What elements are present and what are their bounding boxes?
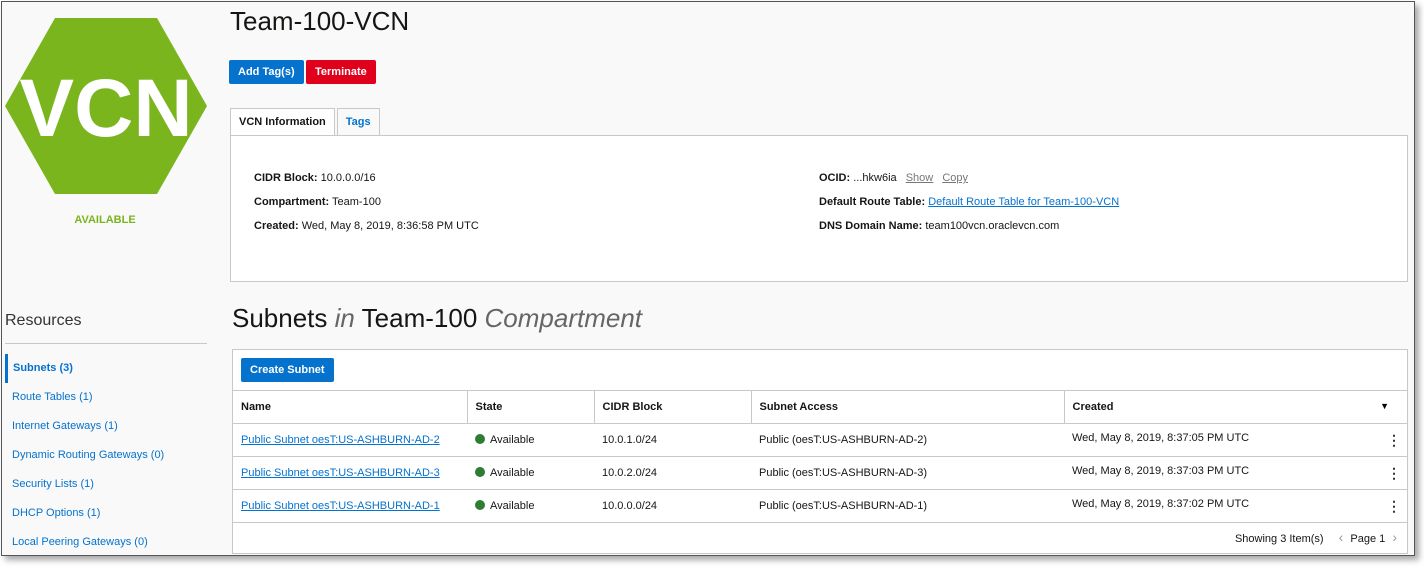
subnet-name-link[interactable]: Public Subnet oesT:US-ASHBURN-AD-3 (241, 467, 440, 479)
dns-value: team100vcn.oraclevcn.com (925, 220, 1060, 232)
resource-item-dhcp-options[interactable]: DHCP Options (1) (5, 499, 207, 528)
ocid-value: ...hkw6ia (853, 172, 897, 184)
resources-list: Subnets (3) Route Tables (1) Internet Ga… (5, 354, 207, 555)
resource-item-subnets[interactable]: Subnets (3) (5, 354, 207, 383)
cidr-block-row: CIDR Block: 10.0.0.0/16 (254, 172, 479, 196)
add-tags-button[interactable]: Add Tag(s) (229, 60, 304, 84)
row-actions-kebab-icon[interactable]: ⋮ (1387, 465, 1401, 482)
subnets-compartment-name: Team-100 (361, 303, 478, 333)
created-header-label: Created (1072, 401, 1114, 413)
info-column-left: CIDR Block: 10.0.0.0/16 Compartment: Tea… (254, 172, 479, 244)
page-title: Team-100-VCN (230, 6, 410, 36)
subnet-created: Wed, May 8, 2019, 8:37:05 PM UTC (1072, 431, 1250, 444)
pagination: Showing 3 Item(s) ‹ Page 1 › (1235, 529, 1401, 545)
table-row: Public Subnet oesT:US-ASHBURN-AD-2 Avail… (233, 423, 1407, 457)
subnet-access: Public (oesT:US-ASHBURN-AD-1) (751, 489, 1064, 523)
vcn-logo-text: VCN (19, 63, 192, 154)
compartment-value: Team-100 (332, 196, 381, 208)
compartment-label: Compartment: (254, 196, 330, 208)
column-header-name[interactable]: Name (233, 390, 468, 424)
resource-item-security-lists[interactable]: Security Lists (1) (5, 470, 207, 499)
page-number: Page 1 (1350, 533, 1386, 545)
created-label: Created: (254, 220, 299, 232)
subnets-title-compartment: Compartment (484, 303, 643, 333)
tab-tags[interactable]: Tags (336, 108, 380, 136)
subnet-access: Public (oesT:US-ASHBURN-AD-2) (751, 423, 1064, 457)
ocid-row: OCID: ...hkw6ia Show Copy (819, 172, 1119, 196)
tab-vcn-information[interactable]: VCN Information (230, 108, 335, 137)
subnets-title: Subnets (232, 303, 328, 333)
ocid-copy-link[interactable]: Copy (942, 172, 968, 184)
table-row: Public Subnet oesT:US-ASHBURN-AD-3 Avail… (233, 456, 1407, 490)
status-label: AVAILABLE (74, 214, 136, 226)
resource-item-internet-gateways[interactable]: Internet Gateways (1) (5, 412, 207, 441)
available-status-dot-icon (475, 434, 485, 444)
vcn-information-panel: CIDR Block: 10.0.0.0/16 Compartment: Tea… (230, 135, 1408, 282)
dns-label: DNS Domain Name: (819, 220, 923, 232)
cidr-block-value: 10.0.0.0/16 (320, 172, 376, 184)
detail-tabs: VCN Information Tags (230, 108, 382, 137)
showing-count: Showing 3 Item(s) (1234, 533, 1324, 545)
column-header-subnet-access[interactable]: Subnet Access (751, 390, 1065, 424)
subnets-table: Name State CIDR Block Subnet Access Crea… (233, 390, 1407, 523)
subnet-created: Wed, May 8, 2019, 8:37:02 PM UTC (1072, 497, 1250, 510)
terminate-button[interactable]: Terminate (306, 60, 376, 84)
resources-divider (5, 343, 207, 344)
subnets-heading: Subnets in Team-100 Compartment (232, 303, 642, 334)
subnet-name-link[interactable]: Public Subnet oesT:US-ASHBURN-AD-1 (241, 500, 440, 512)
subnet-state: Available (490, 467, 535, 479)
subnet-state: Available (490, 434, 535, 446)
route-table-label: Default Route Table: (819, 196, 926, 208)
column-header-created[interactable]: Created ▼ (1064, 390, 1407, 424)
left-panel: VCN AVAILABLE Resources Subnets (3) Rout… (2, 2, 217, 555)
subnet-cidr: 10.0.1.0/24 (594, 423, 751, 457)
info-column-right: OCID: ...hkw6ia Show Copy Default Route … (819, 172, 1119, 244)
subnet-access: Public (oesT:US-ASHBURN-AD-3) (751, 456, 1064, 490)
chevron-right-icon[interactable]: › (1392, 529, 1397, 545)
available-status-dot-icon (475, 500, 485, 510)
row-actions-kebab-icon[interactable]: ⋮ (1387, 498, 1401, 515)
subnet-cidr: 10.0.0.0/24 (594, 489, 751, 523)
available-status-dot-icon (475, 467, 485, 477)
resource-item-route-tables[interactable]: Route Tables (1) (5, 383, 207, 412)
dns-row: DNS Domain Name: team100vcn.oraclevcn.co… (819, 220, 1119, 244)
sort-caret-down-icon[interactable]: ▼ (1380, 401, 1389, 411)
create-subnet-button[interactable]: Create Subnet (241, 358, 334, 382)
resource-item-local-peering-gateways[interactable]: Local Peering Gateways (0) (5, 528, 207, 555)
row-actions-kebab-icon[interactable]: ⋮ (1387, 432, 1401, 449)
ocid-label: OCID: (819, 172, 851, 184)
subnet-state: Available (490, 500, 535, 512)
resources-heading: Resources (5, 312, 82, 329)
created-row: Created: Wed, May 8, 2019, 8:36:58 PM UT… (254, 220, 479, 244)
compartment-row: Compartment: Team-100 (254, 196, 479, 220)
console-window: VCN AVAILABLE Resources Subnets (3) Rout… (1, 1, 1415, 556)
ocid-show-link[interactable]: Show (906, 172, 934, 184)
subnet-cidr: 10.0.2.0/24 (594, 456, 751, 490)
subnets-title-in: in (334, 303, 355, 333)
column-header-cidr-block[interactable]: CIDR Block (594, 390, 752, 424)
subnet-name-link[interactable]: Public Subnet oesT:US-ASHBURN-AD-2 (241, 434, 440, 446)
route-table-link[interactable]: Default Route Table for Team-100-VCN (928, 196, 1119, 208)
table-row: Public Subnet oesT:US-ASHBURN-AD-1 Avail… (233, 489, 1407, 523)
cidr-block-label: CIDR Block: (254, 172, 318, 184)
table-header-row: Name State CIDR Block Subnet Access Crea… (233, 390, 1407, 424)
created-value: Wed, May 8, 2019, 8:36:58 PM UTC (301, 220, 479, 232)
subnet-created: Wed, May 8, 2019, 8:37:03 PM UTC (1072, 464, 1250, 477)
vcn-hexagon-logo: VCN (5, 18, 207, 194)
subnets-table-container: Create Subnet Name State CIDR Block Subn… (232, 349, 1408, 554)
route-table-row: Default Route Table: Default Route Table… (819, 196, 1119, 220)
chevron-left-icon[interactable]: ‹ (1339, 529, 1344, 545)
column-header-state[interactable]: State (467, 390, 595, 424)
resource-item-dynamic-routing-gateways[interactable]: Dynamic Routing Gateways (0) (5, 441, 207, 470)
